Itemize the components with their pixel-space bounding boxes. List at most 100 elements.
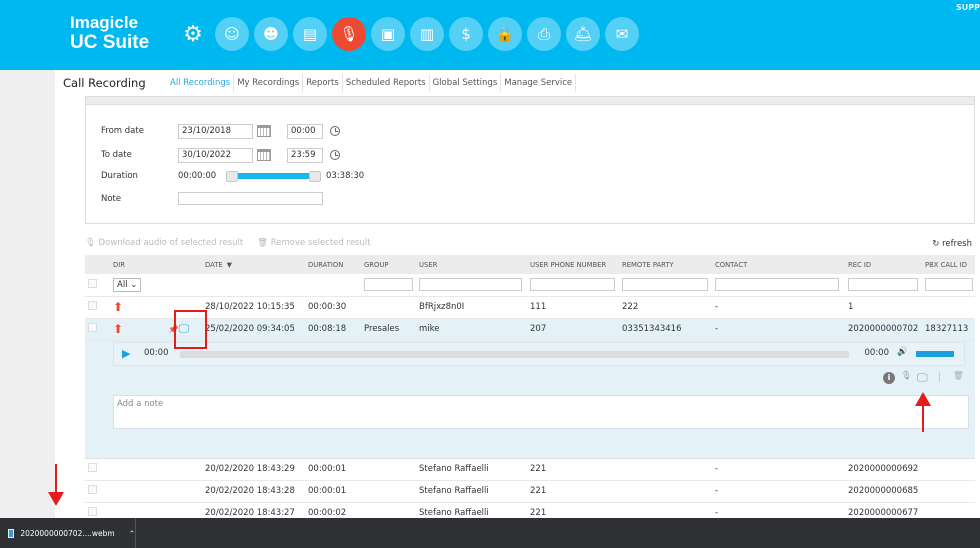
billing-dollar-icon[interactable]: $ [449,17,483,51]
table-row[interactable]: 20/02/2020 18:43:28 00:00:01 Stefano Raffa… [85,480,975,503]
from-time-input[interactable]: 00:00 [287,124,323,139]
column-header-user[interactable]: USER [416,255,527,274]
date-cell: 28/10/2022 10:15:35 [202,296,305,319]
slider-track [232,173,315,179]
column-header-group[interactable]: GROUP [361,255,416,274]
user-filter-input[interactable] [419,278,522,292]
pbx-call-id-cell [922,458,975,481]
calendar-icon[interactable] [257,125,271,137]
rec-id-cell: 1 [845,296,922,319]
slider-max-handle[interactable] [309,171,321,182]
table-row[interactable]: ⬆ 📌🖵 25/02/2020 09:34:05 00:08:18 Presales mi… [85,318,975,341]
duration-max: 03:38:30 [326,171,365,181]
calendar-icon[interactable] [257,149,271,161]
group-users-icon[interactable]: ☻ [254,17,288,51]
volume-slider[interactable] [916,350,954,357]
add-note-textarea[interactable]: Add a note [113,394,969,429]
remote-party-filter-input[interactable] [622,278,708,292]
to-time-input[interactable]: 23:59 [287,148,323,163]
column-header-pbx-call-id[interactable]: PBX CALL ID [922,255,975,274]
table-row[interactable]: 20/02/2020 18:43:29 00:00:01 Stefano Raffa… [85,458,975,481]
fax-printer-icon[interactable]: ⎙ [527,17,561,51]
duration-range-slider[interactable] [226,171,321,182]
note-filter-input[interactable] [178,192,323,205]
select-all-checkbox[interactable] [88,278,97,288]
user-phone-cell: 207 [527,318,619,341]
column-header-user-phone-number[interactable]: USER PHONE NUMBER [527,255,619,274]
column-header-contact[interactable]: CONTACT [712,255,845,274]
download-audio-icon[interactable]: 🎙 [901,371,912,381]
contact-center-icon[interactable]: ☺ [215,17,249,51]
row-checkbox[interactable] [88,485,97,494]
info-icon[interactable]: i [883,371,895,384]
phonebook-icon[interactable]: ▣ [371,17,405,51]
tab-all-recordings[interactable]: All Recordings [167,74,235,92]
column-header-date[interactable]: DATE ▼ [202,255,305,274]
row-checkbox[interactable] [88,323,97,332]
clock-icon[interactable] [330,150,340,160]
chevron-up-icon[interactable]: ⌃ [129,529,135,538]
divider [939,371,940,382]
remove-selected-button[interactable]: 🗑 Remove selected result [257,238,370,248]
column-header-rec-id[interactable]: REC ID [845,255,922,274]
pbx-call-id-cell: 18327113 [922,318,975,341]
group-cell: Presales [361,318,416,341]
file-icon [8,528,15,538]
row-checkbox[interactable] [88,507,97,516]
user-phone-cell: 221 [527,458,619,481]
delete-icon[interactable]: 🗑 [953,371,964,381]
refresh-button[interactable]: ↻ refresh [932,239,972,249]
slider-min-handle[interactable] [226,171,238,182]
player-total-time: 00:00 [864,347,890,358]
email-gateway-icon[interactable]: ✉ [605,17,639,51]
pbx-call-id-filter-input[interactable] [925,278,973,292]
table-row[interactable]: ⬆ 28/10/2022 10:15:35 00:00:30 BfRjxz8n0I 11… [85,296,975,319]
user-phone-cell: 221 [527,480,619,503]
annotation-arrow-down [55,464,57,492]
column-header-duration[interactable]: DURATION [305,255,361,274]
row-checkbox[interactable] [88,463,97,472]
tab-manage-service[interactable]: Manage Service [501,74,577,92]
to-date-input[interactable]: 30/10/2022 [178,148,253,163]
group-filter-input[interactable] [364,278,414,292]
tab-global-settings[interactable]: Global Settings [430,74,502,92]
column-header-blank [85,255,110,274]
support-link[interactable]: SUPP [956,3,980,12]
top-navigation-bar: Imagicle UC Suite ⚙ ☺ ☻ ▤ 🎙 ▣ ▥ $ 🔒 ⎙ 🛎 ✉ SUPP [0,0,980,70]
lock-icon[interactable]: 🔒 [488,17,522,51]
attendant-bell-icon[interactable]: 🛎 [566,17,600,51]
download-audio-button[interactable]: 🎙 Download audio of selected result [85,238,243,248]
user-cell: mike [416,318,527,341]
player-progress-bar[interactable] [180,350,849,358]
outgoing-call-icon: ⬆ [113,300,124,314]
directory-icon[interactable]: ▤ [293,17,327,51]
clock-icon[interactable] [330,126,340,136]
recording-detail-row: ▶ 00:00 00:00 🔊 i 🎙 🖵 🗑 Add a note [85,340,975,459]
group-cell [361,458,416,481]
row-checkbox[interactable] [88,301,97,310]
contact-filter-input[interactable] [715,278,839,292]
call-recording-mic-icon[interactable]: 🎙 [332,17,366,51]
column-header-blank [165,255,202,274]
direction-filter-select[interactable]: All ⌄ [113,277,142,292]
download-bar: 2020000000702....webm ⌃ [0,518,980,548]
audio-player: ▶ 00:00 00:00 🔊 [113,341,965,366]
tab-my-recordings[interactable]: My Recordings [234,74,304,92]
rec-id-cell: 2020000000685 [845,480,922,503]
volume-icon[interactable]: 🔊 [897,347,908,357]
rec-id-filter-input[interactable] [848,278,919,292]
user-phone-filter-input[interactable] [530,278,615,292]
analytics-bars-icon[interactable]: ▥ [410,17,444,51]
date-cell: 25/02/2020 09:34:05 [202,318,305,341]
from-date-input[interactable]: 23/10/2018 [178,124,253,139]
tab-scheduled-reports[interactable]: Scheduled Reports [343,74,430,92]
tab-reports[interactable]: Reports [303,74,343,92]
pbx-call-id-cell [922,296,975,319]
play-icon[interactable]: ▶ [122,347,130,360]
download-item[interactable]: 2020000000702....webm ⌃ [8,518,136,548]
download-video-icon[interactable]: 🖵 [917,371,928,385]
column-header-dir[interactable]: DIR [110,255,165,274]
settings-gear-icon[interactable]: ⚙ [176,17,210,51]
contact-cell: - [712,458,845,481]
column-header-remote-party[interactable]: REMOTE PARTY [619,255,712,274]
